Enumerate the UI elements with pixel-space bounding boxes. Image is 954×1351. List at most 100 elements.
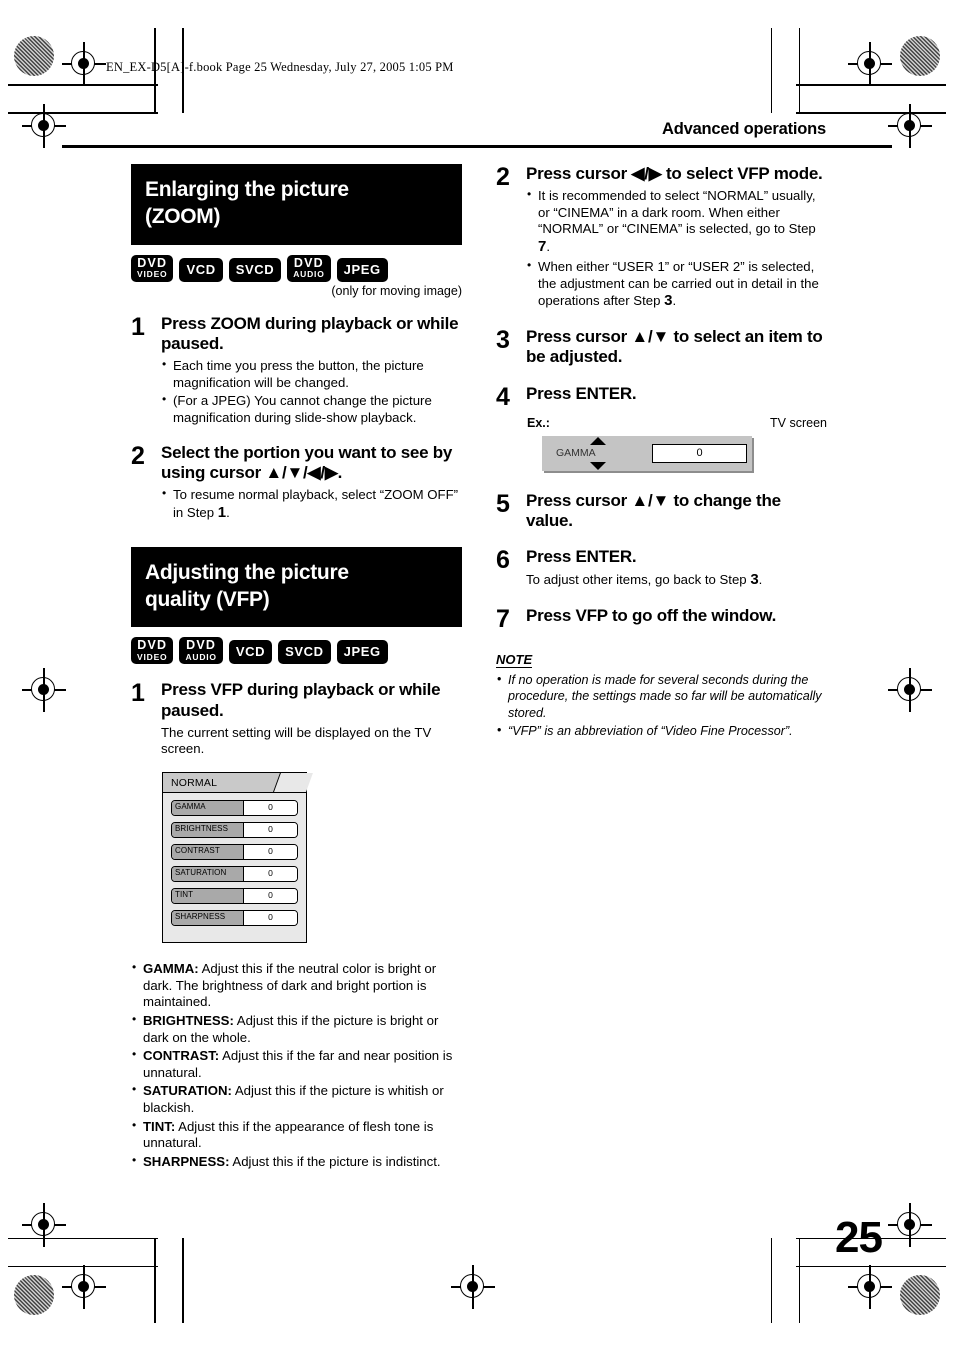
example-osd-panel: GAMMA 0 <box>542 435 752 471</box>
osd-row-label: SHARPNESS <box>172 911 244 926</box>
step-subtext: To adjust other items, go back to Step 3… <box>526 571 827 590</box>
badge-vcd-icon: VCD <box>179 257 223 282</box>
osd-row-label: CONTRAST <box>172 845 244 860</box>
tab-notch-shape <box>273 773 313 793</box>
crop-line <box>770 1238 772 1323</box>
media-badge-group-zoom: DVD VIDEO VCD SVCD DVD AUDIO JPEG <box>131 254 462 282</box>
osd-row-label: SATURATION <box>172 867 244 882</box>
section-title-line1: Enlarging the picture <box>145 178 349 201</box>
registration-mark <box>888 104 932 148</box>
list-item: (For a JPEG) You cannot change the pictu… <box>161 392 462 426</box>
registration-mark <box>22 1203 66 1247</box>
list-item: CONTRAST: Adjust this if the far and nea… <box>131 1047 462 1081</box>
halftone-dot-target <box>14 36 54 76</box>
osd-row-brightness[interactable]: BRIGHTNESS 0 <box>171 822 298 839</box>
list-item: Each time you press the button, the pict… <box>161 357 462 391</box>
osd-row-tint[interactable]: TINT 0 <box>171 888 298 905</box>
example-item-name: GAMMA <box>556 446 596 459</box>
osd-row-label: TINT <box>172 889 244 904</box>
list-item: BRIGHTNESS: Adjust this if the picture i… <box>131 1012 462 1046</box>
registration-mark <box>22 104 66 148</box>
media-badge-group-vfp: DVD VIDEO DVD AUDIO VCD SVCD JPEG <box>131 637 462 665</box>
triangle-down-icon <box>590 461 606 470</box>
book-file-line: EN_EX-D5[A]-f.book Page 25 Wednesday, Ju… <box>106 60 454 74</box>
badge-vcd-icon: VCD <box>228 640 273 665</box>
step-number: 2 <box>131 441 145 470</box>
step-number: 2 <box>496 163 510 191</box>
crop-line <box>798 1238 800 1323</box>
list-item-text: To resume normal playback, select “ZOOM … <box>173 487 459 520</box>
description-term: TINT: <box>143 1118 176 1134</box>
description-term: SHARPNESS: <box>143 1153 230 1169</box>
badge-svcd-icon: SVCD <box>228 257 282 282</box>
list-item: GAMMA: Adjust this if the neutral color … <box>131 960 462 1011</box>
step-number: 4 <box>496 382 510 411</box>
list-item: If no operation is made for several seco… <box>496 671 827 721</box>
badge-dvd-video-icon: DVD VIDEO <box>131 637 174 665</box>
step-number: 6 <box>496 546 510 574</box>
list-item-text-tail: . <box>546 239 551 255</box>
step-subtext: The current setting will be displayed on… <box>161 724 432 757</box>
halftone-dot-target <box>900 1275 940 1315</box>
step-title: Press ENTER. <box>526 383 637 403</box>
step-vfp-5: 5 Press cursor ▲/▼ to change the value. <box>496 491 827 531</box>
list-item: SATURATION: Adjust this if the picture i… <box>131 1082 462 1116</box>
section-title-line1: Adjusting the picture <box>145 560 349 584</box>
note-heading: NOTE <box>496 652 533 669</box>
osd-row-label: GAMMA <box>172 801 244 816</box>
badge-dvd-video-icon: DVD VIDEO <box>131 254 174 282</box>
osd-illustration-wrap: NORMAL GAMMA 0 BRIGHTNESS 0 CONTRAST 0 S… <box>162 772 462 944</box>
step-zoom-1: 1 Press ZOOM during playback or while pa… <box>131 314 462 427</box>
osd-mode-label: NORMAL <box>171 776 218 789</box>
registration-mark <box>62 1265 106 1309</box>
step-number: 3 <box>496 326 510 355</box>
step-title: Press cursor ◀/▶ to select VFP mode. <box>526 164 823 183</box>
crop-line <box>770 28 772 113</box>
step-vfp-4: 4 Press ENTER. <box>496 384 827 410</box>
halftone-dot-target <box>900 36 940 76</box>
step-title: Press cursor ▲/▼ to change the value. <box>526 490 781 530</box>
step-title: Press ZOOM during playback or while paus… <box>161 313 459 353</box>
header-rule <box>62 145 892 148</box>
step-vfp-3: 3 Press cursor ▲/▼ to select an item to … <box>496 327 827 367</box>
osd-row-saturation[interactable]: SATURATION 0 <box>171 866 298 883</box>
left-column: Enlarging the picture (ZOOM) DVD VIDEO V… <box>131 164 462 1171</box>
step-number: 5 <box>496 489 510 518</box>
step-vfp-1: 1 Press VFP during playback or while pau… <box>131 680 462 758</box>
example-label: Ex.: <box>527 415 550 430</box>
osd-row-contrast[interactable]: CONTRAST 0 <box>171 844 298 861</box>
list-item: When either “USER 1” or “USER 2” is sele… <box>526 258 827 311</box>
registration-mark <box>62 42 106 86</box>
description-text: Adjust this if the picture is indistinct… <box>229 1153 441 1169</box>
crop-line <box>798 28 800 113</box>
osd-row-gamma[interactable]: GAMMA 0 <box>171 800 298 817</box>
description-term: GAMMA: <box>143 961 199 977</box>
step-vfp-6: 6 Press ENTER. To adjust other items, go… <box>496 547 827 590</box>
step-vfp-7: 7 Press VFP to go off the window. <box>496 606 827 632</box>
description-text: Adjust this if the appearance of flesh t… <box>143 1118 434 1151</box>
osd-row-sharpness[interactable]: SHARPNESS 0 <box>171 910 298 927</box>
osd-row-value: 0 <box>244 801 297 816</box>
note-list: If no operation is made for several seco… <box>496 671 827 739</box>
triangle-up-icon <box>590 436 606 445</box>
step-number: 1 <box>131 312 145 341</box>
osd-row-list: GAMMA 0 BRIGHTNESS 0 CONTRAST 0 SATURATI… <box>163 793 306 927</box>
crop-line <box>182 1238 184 1323</box>
badge-dvd-audio-icon: DVD AUDIO <box>287 254 331 282</box>
section-title-line2: quality (VFP) <box>145 587 270 611</box>
osd-row-value: 0 <box>244 823 297 838</box>
section-title-line2: (ZOOM) <box>145 204 221 228</box>
badge-jpeg-icon: JPEG <box>336 257 388 282</box>
list-item-text: When either “USER 1” or “USER 2” is sele… <box>538 258 819 309</box>
step-bullet-list: It is recommended to select “NORMAL” usu… <box>526 187 827 311</box>
list-item: “VFP” is an abbreviation of “Video Fine … <box>496 722 827 739</box>
page-number: 25 <box>835 1213 883 1262</box>
step-number: 1 <box>131 679 145 708</box>
vfp-osd-window: NORMAL GAMMA 0 BRIGHTNESS 0 CONTRAST 0 S… <box>162 772 313 944</box>
badge-svcd-icon: SVCD <box>278 640 331 665</box>
registration-mark <box>888 1203 932 1247</box>
osd-row-label: BRIGHTNESS <box>172 823 244 838</box>
example-value-box: 0 <box>652 443 747 463</box>
step-vfp-2: 2 Press cursor ◀/▶ to select VFP mode. I… <box>496 164 827 311</box>
step-ref: 1 <box>217 503 227 521</box>
